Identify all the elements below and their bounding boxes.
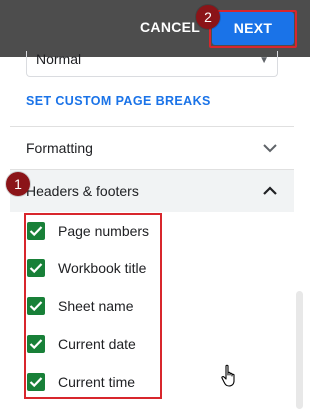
checkbox-checked-icon[interactable]	[27, 335, 45, 353]
checkbox-checked-icon[interactable]	[27, 222, 45, 240]
section-headers-footers-label: Headers & footers	[26, 183, 139, 199]
step-2-badge: 2	[196, 5, 220, 29]
chevron-down-icon	[263, 144, 277, 153]
set-custom-page-breaks-link[interactable]: SET CUSTOM PAGE BREAKS	[26, 94, 211, 108]
checkbox-label: Workbook title	[58, 260, 147, 276]
step-1-badge: 1	[6, 172, 30, 196]
checkbox-label: Page numbers	[58, 223, 150, 239]
scale-select[interactable]: Normal ▼	[26, 51, 278, 77]
checkbox-checked-icon[interactable]	[27, 373, 45, 391]
section-formatting[interactable]: Formatting	[10, 127, 294, 169]
dropdown-arrow-icon: ▼	[259, 55, 269, 66]
chevron-up-icon	[263, 186, 277, 195]
checkbox-checked-icon[interactable]	[27, 259, 45, 277]
section-headers-footers[interactable]: Headers & footers	[10, 170, 294, 212]
scrollbar-thumb[interactable]	[296, 291, 303, 409]
checkbox-checked-icon[interactable]	[27, 297, 45, 315]
print-settings-toolbar: CANCEL NEXT 2	[0, 0, 310, 57]
cancel-button[interactable]: CANCEL	[140, 17, 200, 37]
scale-select-value: Normal	[36, 51, 82, 67]
checkbox-label: Current time	[58, 374, 136, 390]
section-formatting-label: Formatting	[26, 140, 93, 156]
checkbox-label: Current date	[58, 336, 136, 352]
next-button-highlight-box	[209, 10, 297, 48]
hand-pointer-icon	[221, 364, 235, 387]
checkbox-label: Sheet name	[58, 298, 134, 314]
